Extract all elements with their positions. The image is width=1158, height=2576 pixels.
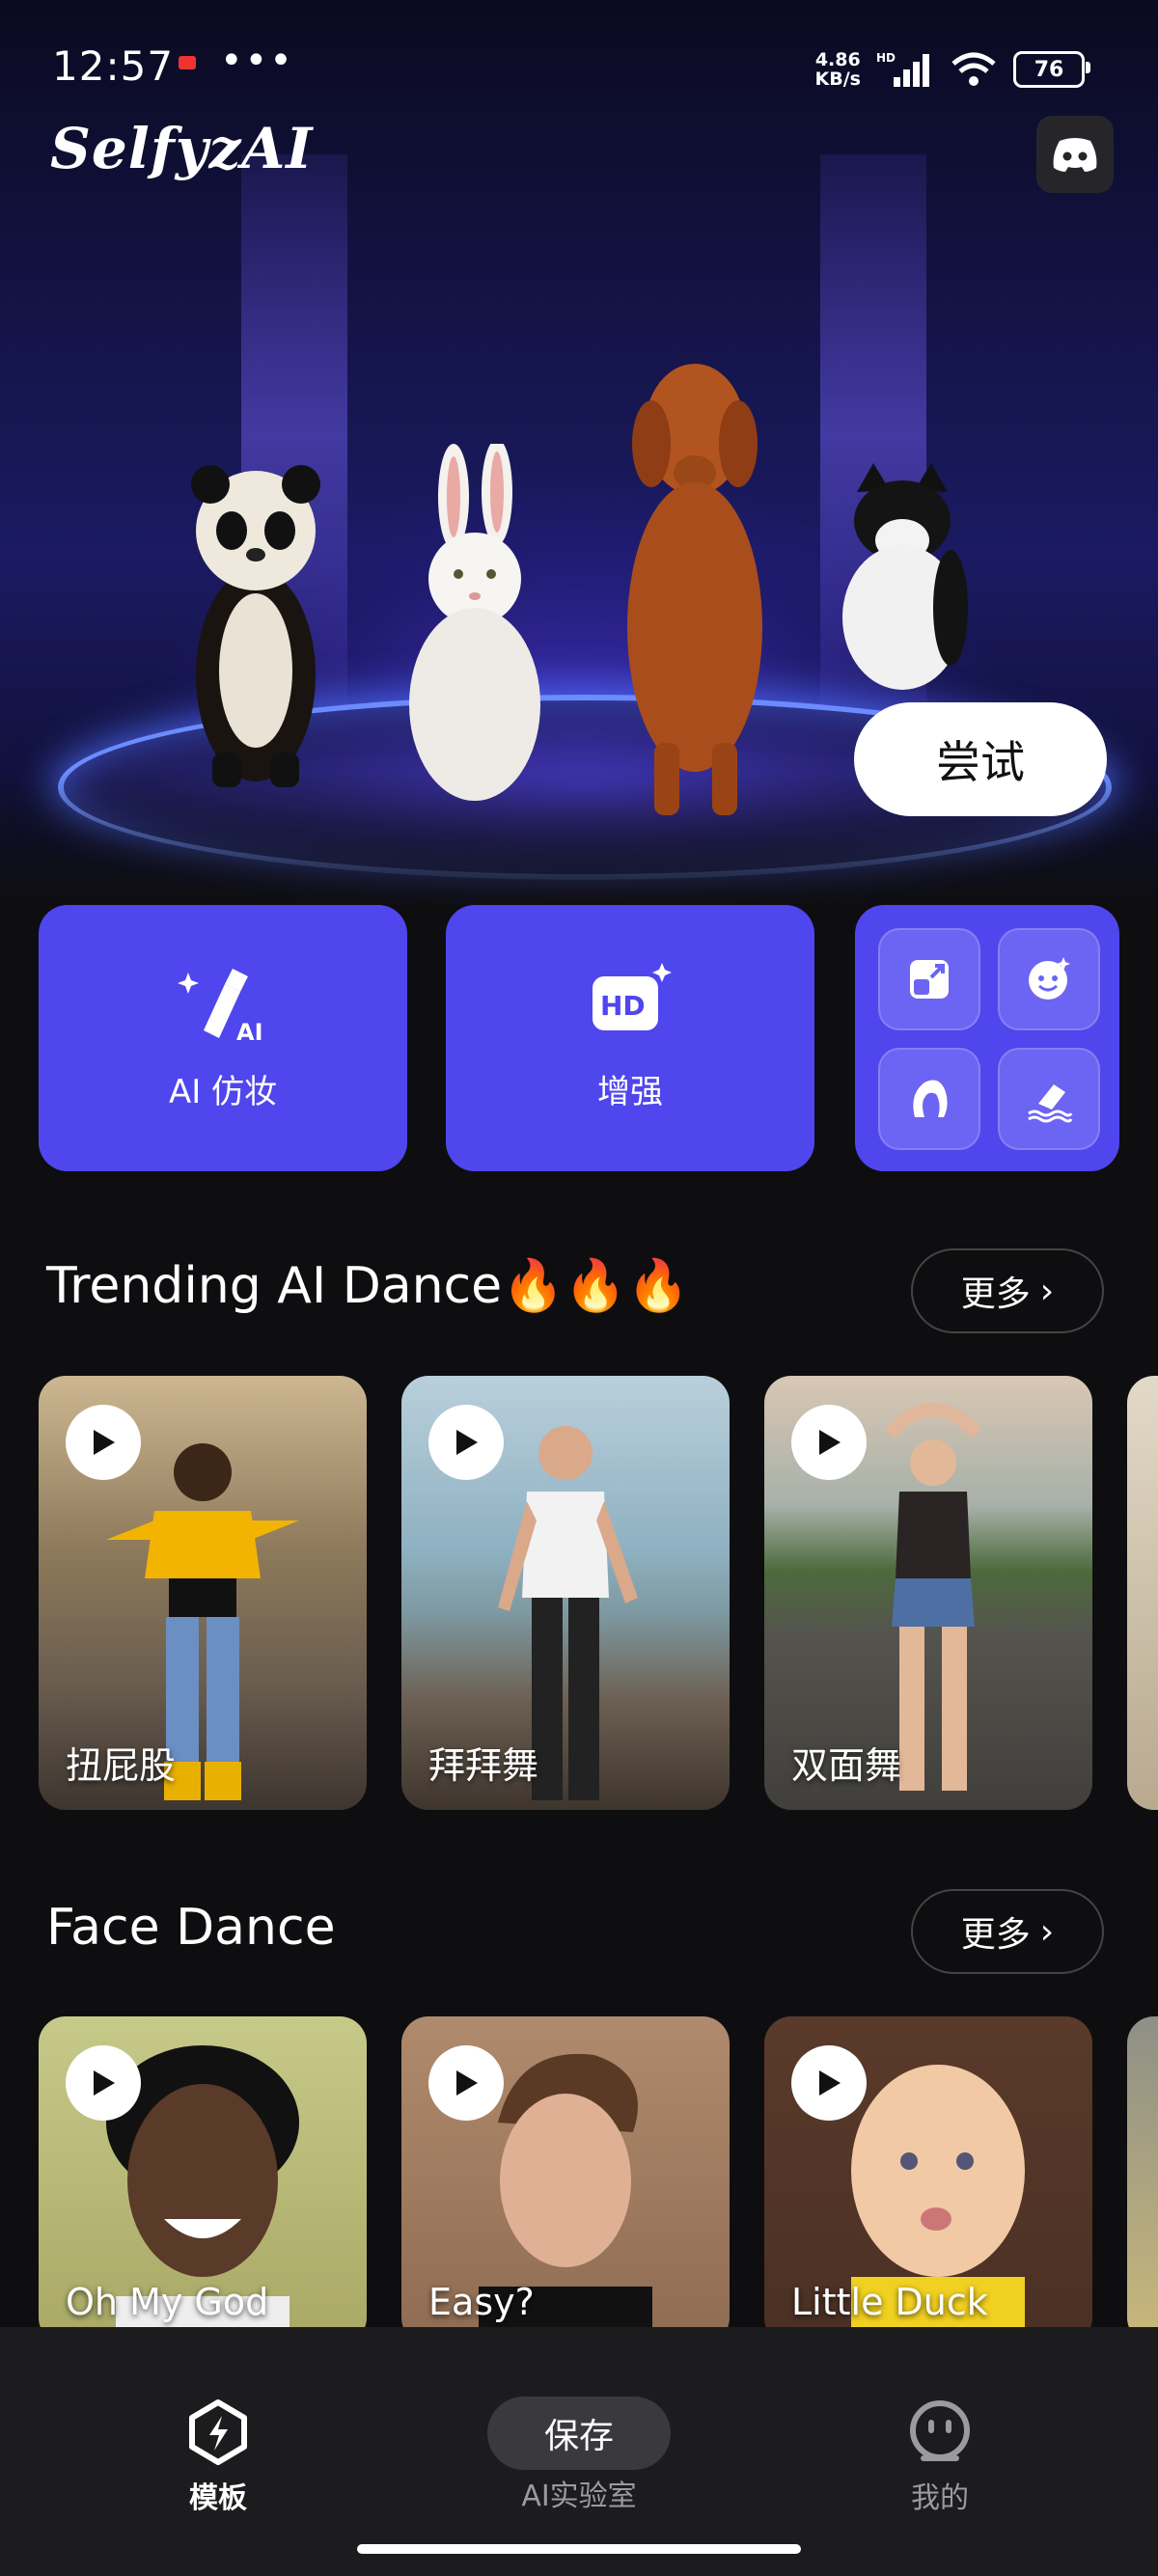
eraser-icon xyxy=(1028,1084,1073,1123)
nav-templates[interactable]: 模板 xyxy=(73,2398,363,2553)
try-button[interactable]: 尝试 xyxy=(854,702,1107,816)
hair-tool-button[interactable] xyxy=(878,1048,980,1150)
play-icon xyxy=(819,2070,841,2096)
tools-card xyxy=(855,905,1119,1171)
play-button[interactable] xyxy=(428,2045,504,2121)
status-bar: 12:57 ••• 4.86 KB/s HD 76 xyxy=(0,0,1158,135)
nav-mine[interactable]: 我的 xyxy=(795,2398,1085,2553)
notification-icon xyxy=(179,56,196,69)
play-icon xyxy=(456,2070,478,2096)
battery-icon: 76 xyxy=(1013,51,1090,88)
dance-card-partial[interactable] xyxy=(1127,1376,1158,1810)
face-card-oh-my-god[interactable]: Oh My God xyxy=(39,2016,367,2344)
ai-makeup-card[interactable]: AI AI 仿妆 xyxy=(39,905,407,1171)
play-icon xyxy=(456,1430,478,1455)
face-card-easy[interactable]: Easy? xyxy=(401,2016,730,2344)
trending-more-button[interactable]: 更多 › xyxy=(911,1248,1104,1333)
nav-mine-label: 我的 xyxy=(911,2481,969,2515)
rabbit-image xyxy=(409,444,540,801)
trending-section-title: Trending AI Dance🔥🔥🔥 xyxy=(46,1257,690,1315)
dance-card-twerk[interactable]: 扭屁股 xyxy=(39,1376,367,1810)
face-card-little-duck[interactable]: Little Duck xyxy=(764,2016,1092,2344)
nav-templates-label: 模板 xyxy=(189,2481,247,2515)
profile-face-icon xyxy=(910,2400,970,2461)
face-card-label: Oh My God xyxy=(66,2281,269,2323)
face-swap-tool-button[interactable] xyxy=(998,928,1100,1030)
enhance-card[interactable]: HD 增强 xyxy=(446,905,814,1171)
eraser-tool-button[interactable] xyxy=(998,1048,1100,1150)
dance-card-two-face[interactable]: 双面舞 xyxy=(764,1376,1092,1810)
ai-makeup-label: AI 仿妆 xyxy=(168,1073,278,1111)
cat-image xyxy=(842,463,968,690)
face-card-label: Easy? xyxy=(428,2281,535,2323)
svg-text:HD: HD xyxy=(876,51,896,65)
save-button[interactable]: 保存 xyxy=(487,2397,671,2470)
play-button[interactable] xyxy=(791,2045,867,2121)
face-icon xyxy=(1029,957,1070,1000)
chevron-right-icon: › xyxy=(1039,1271,1055,1311)
face-card-label: Little Duck xyxy=(791,2281,988,2323)
nav-ai-lab-label: AI实验室 xyxy=(521,2480,637,2513)
dog-image xyxy=(627,364,762,815)
clock: 12:57 xyxy=(52,42,175,90)
home-indicator[interactable] xyxy=(357,2544,801,2554)
hair-icon xyxy=(913,1080,948,1117)
hd-icon: HD xyxy=(593,963,672,1030)
play-icon xyxy=(94,1430,115,1455)
svg-text:AI: AI xyxy=(236,1019,263,1044)
face-card-partial[interactable] xyxy=(1127,2016,1158,2344)
face-dance-section-title: Face Dance xyxy=(46,1899,336,1957)
face-dance-more-button[interactable]: 更多 › xyxy=(911,1889,1104,1974)
play-icon xyxy=(94,2070,115,2096)
play-icon xyxy=(819,1430,841,1455)
play-button[interactable] xyxy=(66,1405,141,1480)
network-speed: 4.86 KB/s xyxy=(814,49,861,90)
wifi-icon xyxy=(951,52,996,86)
expand-icon xyxy=(910,960,949,999)
expand-tool-button[interactable] xyxy=(878,928,980,1030)
svg-text:HD: HD xyxy=(600,990,646,1022)
bottom-navigation: 模板 保存 AI实验室 我的 xyxy=(0,2327,1158,2576)
chevron-right-icon: › xyxy=(1039,1911,1055,1952)
more-notifications-icon: ••• xyxy=(220,39,294,83)
dance-card-label: 扭屁股 xyxy=(66,1744,177,1787)
signal-icon: HD xyxy=(876,51,929,87)
dance-card-label: 双面舞 xyxy=(791,1744,902,1787)
play-button[interactable] xyxy=(791,1405,867,1480)
templates-icon xyxy=(189,2399,247,2465)
discord-icon xyxy=(1053,138,1097,172)
panda-image xyxy=(191,465,320,787)
play-button[interactable] xyxy=(66,2045,141,2121)
makeup-brush-icon: AI xyxy=(178,969,263,1044)
nav-ai-lab[interactable]: AI实验室 xyxy=(434,2472,724,2530)
enhance-label: 增强 xyxy=(597,1073,663,1111)
dance-card-bye[interactable]: 拜拜舞 xyxy=(401,1376,730,1810)
dance-card-label: 拜拜舞 xyxy=(428,1744,539,1787)
play-button[interactable] xyxy=(428,1405,504,1480)
